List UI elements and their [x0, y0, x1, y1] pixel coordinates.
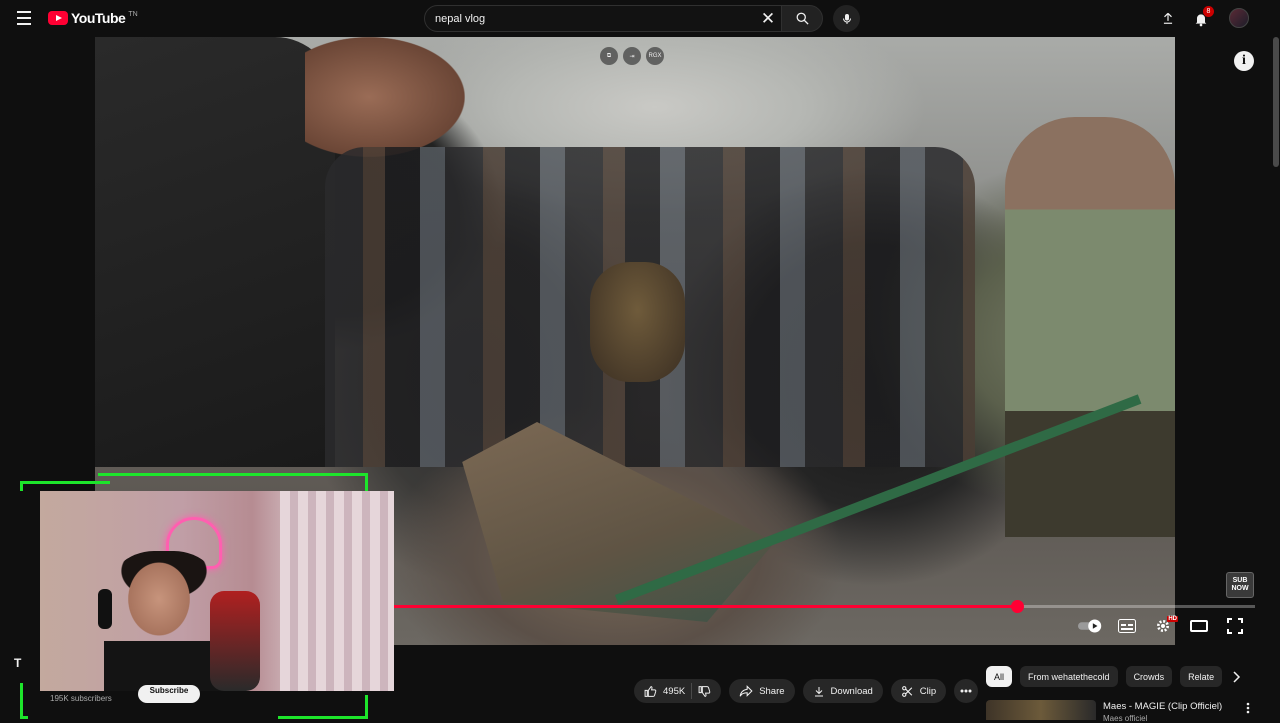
search-input[interactable]: [435, 12, 745, 25]
recommendation-chips: All From wehatethecold Crowds Relate: [986, 666, 1246, 687]
chip-related[interactable]: Relate: [1180, 666, 1223, 687]
download-button[interactable]: Download: [802, 679, 883, 703]
info-icon[interactable]: i: [1234, 51, 1254, 71]
logo-text: YouTube: [71, 10, 126, 26]
clip-label: Clip: [919, 685, 937, 697]
voice-search-button[interactable]: [833, 5, 860, 32]
chip-crowds[interactable]: Crowds: [1125, 666, 1173, 687]
search-icon: [796, 12, 809, 25]
scrollbar-thumb[interactable]: [1273, 37, 1279, 167]
webcam-person: [104, 551, 224, 691]
dislike-button[interactable]: [698, 685, 711, 698]
microphone-icon: [842, 13, 851, 24]
autoplay-toggle[interactable]: [1078, 615, 1104, 637]
download-label: Download: [830, 685, 873, 697]
webcam-feed: [40, 491, 394, 691]
menu-icon[interactable]: [12, 8, 36, 28]
search-button[interactable]: [781, 5, 823, 32]
video-frame-person-right: [1005, 117, 1175, 537]
chip-all[interactable]: All: [986, 666, 1013, 687]
video-title-fragment: T: [14, 656, 22, 670]
overlay-copy-icon[interactable]: ⧉: [600, 47, 618, 65]
webcam-headphones: [98, 589, 112, 629]
webcam-chair: [210, 591, 260, 691]
top-bar: YouTube TN ✕ 8: [0, 0, 1280, 37]
scissors-icon: [901, 685, 913, 697]
upload-button[interactable]: [1158, 8, 1178, 28]
fullscreen-icon: [1227, 618, 1243, 634]
recommended-video-thumbnail[interactable]: [986, 700, 1096, 720]
neon-frame-bottom-right: [278, 695, 368, 719]
neon-frame-bottom: [20, 683, 28, 719]
account-avatar[interactable]: [1229, 8, 1249, 28]
overlay-rgx-icon[interactable]: RGX: [646, 47, 664, 65]
like-divider: [691, 683, 693, 699]
hd-badge: HD: [1167, 616, 1178, 622]
more-vertical-icon: [1246, 702, 1250, 714]
subtitles-button[interactable]: [1114, 615, 1140, 637]
thumbs-down-icon: [698, 685, 711, 697]
settings-button[interactable]: HD: [1150, 615, 1178, 637]
fullscreen-button[interactable]: [1222, 615, 1248, 637]
video-frame-person-left: [95, 37, 335, 467]
progress-fill: [375, 605, 1018, 608]
like-count: 495K: [663, 685, 686, 697]
clear-search-icon[interactable]: ✕: [759, 10, 777, 28]
like-dislike-group: 495K: [634, 679, 722, 703]
subscriber-count: 195K subscribers: [50, 694, 112, 703]
like-button[interactable]: 495K: [644, 685, 685, 698]
chips-next-button[interactable]: [1228, 668, 1246, 686]
upload-icon: [1163, 12, 1173, 24]
video-frame-face-left: [305, 37, 465, 157]
recommended-video-channel: Maes officiel: [1103, 714, 1148, 723]
recommended-video-title[interactable]: Maes - MAGIE (Clip Officiel): [1103, 701, 1222, 712]
page-scrollbar[interactable]: [1272, 37, 1280, 720]
neon-frame-top: [20, 481, 110, 491]
progress-bar[interactable]: [375, 600, 1255, 613]
thumbs-up-icon: [644, 685, 657, 697]
subscribe-button[interactable]: Subscribe: [138, 685, 200, 703]
overlay-icon-group: ⧉ ⇥ RGX: [600, 47, 664, 65]
more-horizontal-icon: [960, 689, 972, 693]
notifications-button[interactable]: 8: [1190, 6, 1214, 30]
country-code: TN: [128, 10, 138, 18]
recommended-video-menu[interactable]: [1241, 700, 1255, 716]
share-label: Share: [759, 685, 785, 697]
subtitles-icon: [1118, 619, 1136, 633]
webcam-overlay: [18, 473, 394, 720]
notification-count-badge: 8: [1203, 6, 1214, 17]
neon-frame-top-right: [98, 473, 368, 491]
autoplay-icon: [1078, 619, 1102, 633]
youtube-logo[interactable]: YouTube TN: [48, 10, 138, 26]
subscribe-sticker: SUB NOW: [1226, 572, 1254, 598]
video-frame-drum: [590, 262, 685, 382]
player-controls: HD: [1078, 615, 1248, 637]
download-icon: [814, 686, 823, 696]
webcam-curtain: [280, 491, 394, 691]
share-icon: [739, 685, 753, 697]
video-actions: 495K Share Download Clip: [634, 679, 979, 703]
chip-from-channel[interactable]: From wehatethecold: [1020, 666, 1118, 687]
search-box: ✕: [424, 5, 784, 32]
theater-icon: [1190, 620, 1208, 632]
clip-button[interactable]: Clip: [890, 679, 947, 703]
overlay-exit-icon[interactable]: ⇥: [623, 47, 641, 65]
youtube-play-icon: [48, 11, 68, 25]
theater-mode-button[interactable]: [1186, 615, 1212, 637]
chevron-right-icon: [1233, 671, 1241, 683]
share-button[interactable]: Share: [729, 679, 795, 703]
more-actions-button[interactable]: [954, 679, 979, 703]
